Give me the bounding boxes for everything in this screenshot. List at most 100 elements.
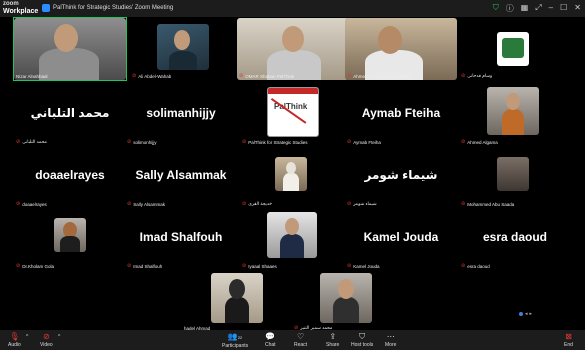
host-tools-button[interactable]: ⛉ Host tools	[351, 332, 373, 348]
muted-mic-icon: ⊘	[132, 73, 137, 79]
react-button[interactable]: ♡ React	[294, 332, 307, 348]
participant-tile[interactable]: PalThink ⊘ PalThink for Strategic Studies	[240, 84, 352, 146]
shield-icon[interactable]: ⛉	[493, 3, 499, 14]
participant-tile[interactable]: ⊘ Ahmed-El Barra (PALWAVE)	[345, 18, 457, 80]
close-icon[interactable]: ✕	[574, 3, 581, 14]
muted-mic-icon: ⊘	[347, 201, 352, 207]
participant-tile[interactable]: hadel Ahmad	[182, 270, 294, 332]
participant-tile[interactable]: ⊘ Dr.Kholam Gola	[14, 208, 126, 270]
muted-mic-icon: ⊘	[242, 263, 247, 269]
muted-mic-icon: ⊘	[127, 139, 132, 145]
participant-display-name: Sally Alsammak	[135, 168, 227, 182]
muted-mic-icon: ⊘	[347, 263, 352, 269]
participant-tile[interactable]: Aymab Fteiha ⊘ Aymab Fteiha	[345, 84, 457, 146]
muted-mic-icon: ⊘	[461, 263, 466, 269]
fullscreen-icon[interactable]: ⤢	[535, 3, 541, 14]
participant-tile[interactable]: Kamel Jouda ⊘ Kamel Jouda	[345, 208, 457, 270]
more-icon: ⋯	[386, 332, 395, 341]
end-button[interactable]: ⊠ End	[564, 332, 573, 348]
share-button[interactable]: ⇪ Share	[326, 332, 339, 348]
profile-picture	[487, 87, 539, 135]
participant-display-name: solimanhijjy	[146, 106, 216, 120]
participant-display-name: شيماء شومر	[364, 168, 438, 182]
participant-tile[interactable]: solimanhijjy ⊘ solimonhijjy	[125, 84, 237, 146]
window-controls: ⛉ ⓘ ▦ ⤢ – ☐ ✕	[493, 3, 581, 14]
participant-tile[interactable]: esra daoud ⊘ esra daoud	[459, 208, 571, 270]
muted-mic-icon: ⊘	[242, 201, 247, 207]
minimize-icon[interactable]: –	[549, 3, 553, 14]
video-feed	[237, 18, 349, 80]
view-icon[interactable]: ▦	[521, 3, 529, 14]
participant-display-name: Imad Shalfouh	[139, 230, 223, 244]
participant-tile[interactable]: ⊘ Iyaaal Shaaes	[240, 208, 352, 270]
audio-options-chevron-icon[interactable]: ^	[26, 334, 28, 340]
participant-tile[interactable]: ⊘ محمد سمير التنير	[292, 270, 404, 332]
participant-display-name: esra daoud	[482, 230, 548, 244]
participant-display-name: Aymab Fteiha	[361, 106, 441, 120]
muted-mic-icon: ⊘	[16, 139, 21, 145]
video-button[interactable]: ⊘ Video	[40, 332, 53, 348]
participant-display-name: محمد التلباني	[30, 106, 110, 120]
zoom-logo: zoom Workplace	[3, 1, 39, 15]
participant-name: ⊘ Ahmed Algama	[461, 139, 498, 145]
more-button[interactable]: ⋯ More	[385, 332, 396, 348]
video-feed	[14, 18, 126, 80]
participant-tile[interactable]: ⊘ OMAR Shaban PalThink	[237, 18, 349, 80]
muted-mic-icon: ⊘	[16, 201, 21, 207]
muted-mic-icon: ⊘	[461, 139, 466, 145]
profile-picture	[320, 273, 372, 323]
meeting-toolbar: 🎙 Audio ^ ⊘ Video ^ 👥22 Participants 💬 Chat …	[0, 330, 585, 350]
muted-mic-icon: ⊘	[461, 73, 466, 79]
window-title: PalThink for Strategic Studies' Zoom Mee…	[42, 4, 173, 12]
participant-name: ⊘ Sally Alsammak	[127, 201, 165, 207]
participant-name: ⊘ solimonhijjy	[127, 139, 157, 145]
participant-tile[interactable]: Imad Shalfouh ⊘ Imad Shalfouh	[125, 208, 237, 270]
chat-button[interactable]: 💬 Chat	[265, 332, 276, 348]
participant-tile[interactable]: ⊘ وسام قدحانى	[459, 18, 571, 80]
chat-icon: 💬	[265, 332, 276, 341]
shield-icon: ⛉	[359, 332, 366, 341]
muted-mic-icon: ⊘	[239, 73, 244, 79]
participant-name: ⊘ PalThink for Strategic Studies	[242, 139, 308, 145]
participant-tile[interactable]: Sally Alsammak ⊘ Sally Alsammak	[125, 146, 237, 208]
participant-name: ⊘ esra daoud	[461, 263, 490, 269]
video-off-icon: ⊘	[43, 332, 50, 341]
participant-name: ⊘ شيماء شومر	[347, 201, 377, 207]
participant-name: ⊘ Imad Shalfouh	[127, 263, 163, 269]
participant-tile[interactable]: ⊘ خديجة القرى	[240, 146, 352, 208]
muted-mic-icon: ⊘	[461, 201, 466, 207]
participant-tile[interactable]: Nizar Alnahhaal	[13, 17, 127, 81]
profile-picture	[54, 218, 86, 252]
video-feed	[345, 18, 457, 80]
title-bar: zoom Workplace PalThink for Strategic St…	[0, 0, 585, 17]
participant-name: ⊘ وسام قدحانى	[461, 73, 493, 79]
participant-tile[interactable]: شيماء شومر ⊘ شيماء شومر	[345, 146, 457, 208]
participant-name: ⊘ Kamel Jouda	[347, 263, 380, 269]
info-icon[interactable]: ⓘ	[506, 3, 514, 14]
video-options-chevron-icon[interactable]: ^	[58, 334, 60, 340]
profile-picture: PalThink	[267, 87, 319, 137]
participant-tile[interactable]: ⊘ Mohammed Abu Saada	[459, 146, 571, 208]
profile-picture	[211, 273, 263, 323]
participants-button[interactable]: 👥22 Participants	[222, 332, 248, 349]
participant-tile[interactable]: محمد التلباني ⊘ محمد التلبانى	[14, 84, 126, 146]
maximize-icon[interactable]: ☐	[560, 3, 567, 14]
participant-name: ⊘ Ali Abdel-Wahab	[132, 73, 172, 79]
participant-tile[interactable]: ⊘ Ali Abdel-Wahab	[130, 18, 242, 80]
muted-mic-icon: ⊘	[16, 263, 21, 269]
heart-icon: ♡	[296, 332, 305, 341]
gallery-pager[interactable]: ◂ ▸	[519, 311, 532, 317]
profile-picture	[157, 24, 209, 70]
muted-mic-icon: 🎙	[9, 332, 20, 341]
participant-name: ⊘ Aymab Fteiha	[347, 139, 381, 145]
participant-tile[interactable]: doaaelrayes ⊘ doaaelrayes	[14, 146, 126, 208]
participant-name: ⊘ Iyaaal Shaaes	[242, 263, 277, 269]
muted-mic-icon: ⊘	[347, 73, 352, 79]
muted-mic-icon: ⊘	[127, 263, 132, 269]
muted-mic-icon: ⊘	[127, 201, 132, 207]
participant-name: ⊘ Dr.Kholam Gola	[16, 263, 54, 269]
audio-button[interactable]: 🎙 Audio	[8, 332, 21, 348]
participant-tile[interactable]: ⊘ Ahmed Algama	[459, 84, 571, 146]
participant-display-name: doaaelrayes	[35, 168, 105, 182]
profile-picture	[267, 212, 317, 258]
